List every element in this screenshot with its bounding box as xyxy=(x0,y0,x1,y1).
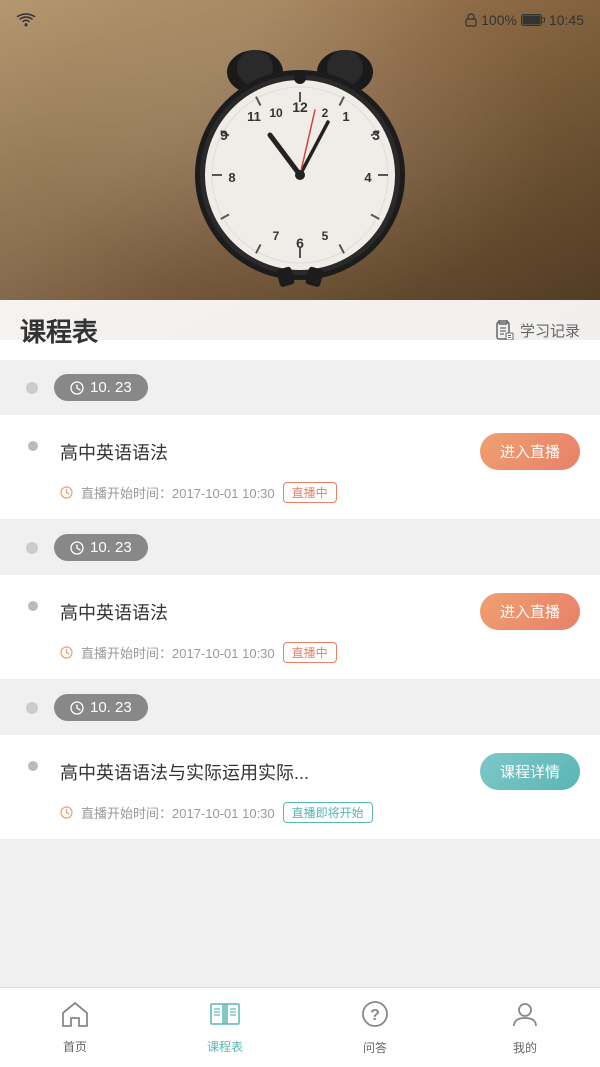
svg-text:1: 1 xyxy=(342,109,349,124)
nav-course[interactable]: 课程表 xyxy=(150,988,300,1067)
svg-text:4: 4 xyxy=(364,170,372,185)
date-dot-2 xyxy=(26,542,38,554)
date-text-2: 10. 23 xyxy=(90,539,132,556)
course-dot-1 xyxy=(28,441,38,451)
course-time-3: 直播开始时间：2017-10-01 10:30 xyxy=(81,803,275,822)
date-row-1: 10. 23 xyxy=(0,360,600,415)
page-title: 课程表 xyxy=(20,312,98,349)
nav-home[interactable]: 首页 xyxy=(0,988,150,1067)
date-dot-1 xyxy=(26,382,38,394)
battery-percent: 100% xyxy=(481,12,517,28)
course-card-2: 高中英语语法 进入直播 直播开始时间：2017-10-01 10:30 直播中 xyxy=(0,575,600,680)
enter-live-button-1[interactable]: 进入直播 xyxy=(480,433,580,470)
book-icon xyxy=(209,1001,241,1034)
timeline: 10. 23 高中英语语法 进入直播 直播开始时间：2017-10-01 10:… xyxy=(0,360,600,840)
clock-icon-2 xyxy=(70,541,84,555)
svg-text:?: ? xyxy=(370,1007,380,1024)
study-record-button[interactable]: 学习记录 xyxy=(496,320,580,341)
wifi-icon xyxy=(16,13,36,27)
course-title-row-2: 高中英语语法 进入直播 xyxy=(60,593,580,630)
date-text-3: 10. 23 xyxy=(90,699,132,716)
course-card-1: 高中英语语法 进入直播 直播开始时间：2017-10-01 10:30 直播中 xyxy=(0,415,600,520)
course-title-row-3: 高中英语语法与实际运用实际... 课程详情 xyxy=(60,753,580,790)
course-card-3: 高中英语语法与实际运用实际... 课程详情 直播开始时间：2017-10-01 … xyxy=(0,735,600,840)
course-info-1: 直播开始时间：2017-10-01 10:30 直播中 xyxy=(60,482,580,503)
svg-text:10: 10 xyxy=(269,106,283,120)
nav-home-label: 首页 xyxy=(63,1038,87,1055)
svg-text:5: 5 xyxy=(322,229,329,243)
record-icon xyxy=(496,320,514,340)
time-icon-1 xyxy=(60,486,73,499)
bottom-nav: 首页 课程表 ? 问答 xyxy=(0,987,600,1067)
course-info-2: 直播开始时间：2017-10-01 10:30 直播中 xyxy=(60,642,580,663)
lock-icon xyxy=(465,13,477,27)
clock-icon-3 xyxy=(70,701,84,715)
time-icon-3 xyxy=(60,806,73,819)
svg-text:3: 3 xyxy=(372,127,380,143)
status-left xyxy=(16,13,36,27)
date-badge-2: 10. 23 xyxy=(54,534,148,561)
header-bar: 课程表 学习记录 xyxy=(0,300,600,360)
course-title-1: 高中英语语法 xyxy=(60,439,168,465)
nav-qa-label: 问答 xyxy=(363,1039,387,1056)
course-dot-2 xyxy=(28,601,38,611)
course-detail-button-3[interactable]: 课程详情 xyxy=(480,753,580,790)
hero-image: 12 3 6 9 1 4 11 8 10 2 5 7 xyxy=(0,0,600,340)
svg-text:7: 7 xyxy=(273,229,280,243)
nav-course-label: 课程表 xyxy=(207,1038,243,1055)
status-bar: 100% 10:45 xyxy=(0,0,600,40)
date-row-2: 10. 23 xyxy=(0,520,600,575)
course-title-3: 高中英语语法与实际运用实际... xyxy=(60,759,309,785)
date-dot-3 xyxy=(26,702,38,714)
status-right: 100% 10:45 xyxy=(465,12,584,28)
live-status-1: 直播中 xyxy=(283,482,337,503)
svg-text:2: 2 xyxy=(322,106,329,120)
content-area: 10. 23 高中英语语法 进入直播 直播开始时间：2017-10-01 10:… xyxy=(0,360,600,987)
clock: 12 3 6 9 1 4 11 8 10 2 5 7 xyxy=(170,30,430,290)
date-row-3: 10. 23 xyxy=(0,680,600,735)
course-time-2: 直播开始时间：2017-10-01 10:30 xyxy=(81,643,275,662)
svg-text:9: 9 xyxy=(220,127,228,143)
course-title-row-1: 高中英语语法 进入直播 xyxy=(60,433,580,470)
time-icon-2 xyxy=(60,646,73,659)
enter-live-button-2[interactable]: 进入直播 xyxy=(480,593,580,630)
course-title-2: 高中英语语法 xyxy=(60,599,168,625)
svg-text:8: 8 xyxy=(228,170,235,185)
svg-text:12: 12 xyxy=(292,99,308,115)
study-record-label: 学习记录 xyxy=(520,320,580,341)
battery-icon xyxy=(521,14,545,26)
time-display: 10:45 xyxy=(549,12,584,28)
nav-profile[interactable]: 我的 xyxy=(450,988,600,1067)
svg-text:11: 11 xyxy=(247,109,261,124)
date-badge-1: 10. 23 xyxy=(54,374,148,401)
date-badge-3: 10. 23 xyxy=(54,694,148,721)
nav-profile-label: 我的 xyxy=(513,1039,537,1056)
course-info-3: 直播开始时间：2017-10-01 10:30 直播即将开始 xyxy=(60,802,580,823)
live-status-2: 直播中 xyxy=(283,642,337,663)
course-dot-3 xyxy=(28,761,38,771)
date-text-1: 10. 23 xyxy=(90,379,132,396)
home-icon xyxy=(61,1001,89,1034)
person-icon xyxy=(511,1000,539,1035)
svg-text:6: 6 xyxy=(296,235,304,251)
clock-icon-1 xyxy=(70,381,84,395)
question-icon: ? xyxy=(361,1000,389,1035)
course-time-1: 直播开始时间：2017-10-01 10:30 xyxy=(81,483,275,502)
nav-qa[interactable]: ? 问答 xyxy=(300,988,450,1067)
live-status-3: 直播即将开始 xyxy=(283,802,373,823)
